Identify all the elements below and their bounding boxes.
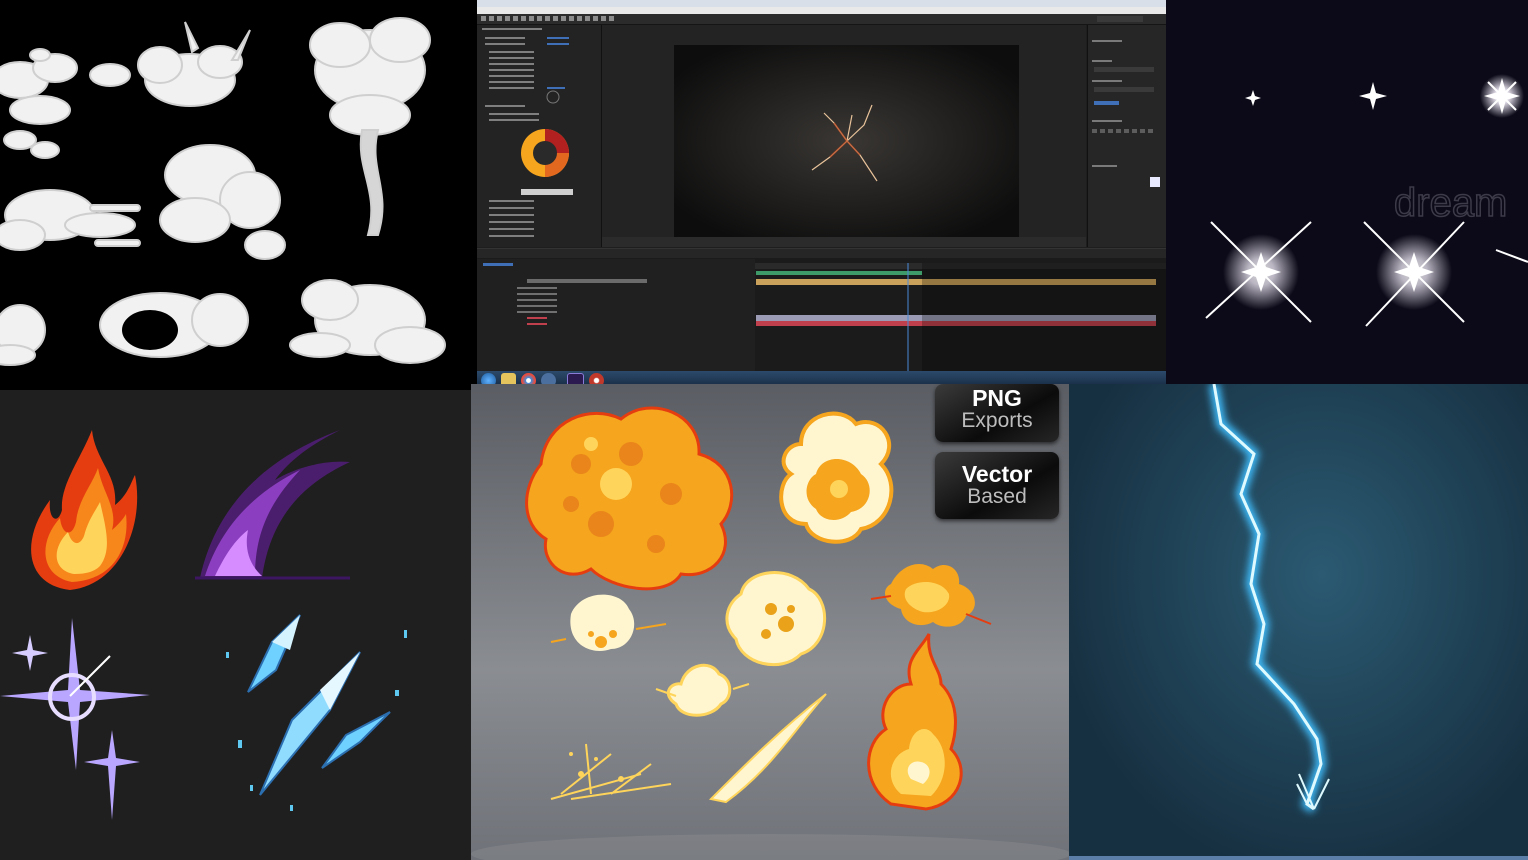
badge-title: PNG: [972, 385, 1022, 411]
window-titlebar: [477, 0, 1166, 7]
png-exports-badge: PNG Exports: [935, 384, 1059, 442]
sparkle-star-icon: [1205, 221, 1312, 323]
badge-subtitle: Based: [967, 485, 1027, 509]
cloud-puff-icon: [309, 17, 431, 236]
explosion-icon: [525, 406, 734, 591]
lightning-panel: [1069, 384, 1528, 860]
fire-icon: [867, 633, 963, 811]
tools-toolbar[interactable]: [477, 14, 1166, 25]
explosion-icon: [725, 571, 827, 667]
vector-based-badge: Vector Based: [935, 452, 1059, 519]
fire-icon: [31, 430, 138, 590]
properties-panels[interactable]: [1087, 25, 1166, 247]
explosions-panel: PNG Exports Vector Based: [471, 384, 1069, 860]
effect-controls-panel[interactable]: [477, 25, 602, 247]
explosion-icon: [779, 411, 894, 544]
cloud-puff-icon: [159, 144, 286, 260]
badge-title: Vector: [961, 461, 1033, 487]
streak-icon: [708, 693, 827, 804]
smoke-clouds-art: [0, 17, 446, 366]
sparkle-star-icon: [1363, 221, 1528, 327]
sparkle-star-icon: [1480, 74, 1524, 118]
explosion-icon: [655, 663, 750, 717]
sparkle-star-icon: [1359, 82, 1387, 110]
badge-subtitle: Exports: [961, 409, 1033, 433]
spark-burst-icon: [550, 743, 672, 800]
crystal-icon: [226, 614, 407, 811]
explosion-icon: [870, 564, 992, 627]
composition-viewer[interactable]: [602, 25, 1086, 247]
sparkle-star-icon: [1245, 90, 1261, 106]
sparkle-star-icon: [0, 618, 150, 820]
magic-effects-panel: [0, 390, 471, 860]
color-wheel-icon[interactable]: [521, 129, 569, 177]
after-effects-window: [477, 0, 1166, 390]
smoke-clouds-panel: [0, 0, 477, 390]
purple-flame-icon: [195, 430, 350, 580]
sparkles-panel: dream: [1166, 0, 1528, 384]
cloud-puff-icon: [89, 21, 251, 107]
watermark-text: dream: [1394, 181, 1507, 225]
explosion-icon: [550, 594, 667, 651]
menu-bar[interactable]: [477, 7, 1166, 14]
cloud-puff-icon: [0, 189, 141, 251]
lightning-bolt-icon: [1209, 384, 1330, 814]
timeline-panel[interactable]: [477, 248, 1166, 372]
cloud-puff-icon: [289, 279, 446, 364]
cloud-puff-icon: [0, 48, 78, 159]
